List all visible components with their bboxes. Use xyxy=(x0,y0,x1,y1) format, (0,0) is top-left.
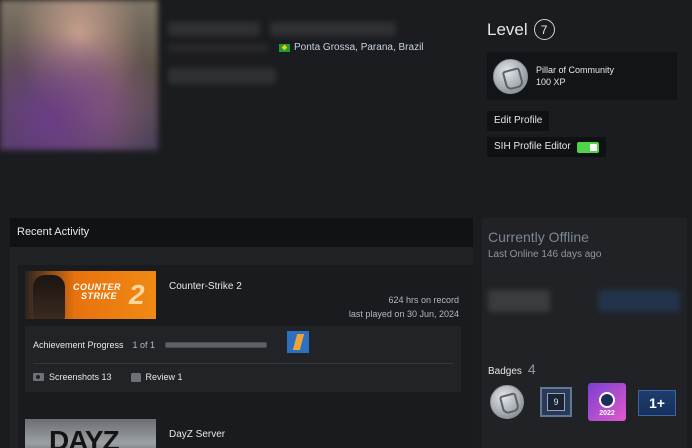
screenshots-link[interactable]: Screenshots 13 xyxy=(49,372,112,382)
online-status: Currently Offline xyxy=(488,229,589,245)
game-playtime: 624 hrs on record last played on 30 Jun,… xyxy=(349,293,459,321)
badges-label: Badges xyxy=(488,366,522,377)
camera-icon xyxy=(33,373,44,381)
achievement-box: Achievement Progress 1 of 1 Screenshots … xyxy=(25,326,461,392)
hours-on-record: 624 hrs on record xyxy=(388,295,459,305)
game-title[interactable]: Counter-Strike 2 xyxy=(169,281,242,292)
profile-avatar xyxy=(0,0,158,150)
capsule-logo: DAYZ xyxy=(49,425,120,448)
game-card-counter-strike-2: COUNTER STRIKE 2 Counter-Strike 2 624 hr… xyxy=(18,265,473,417)
recent-activity-header: Recent Activity xyxy=(10,218,473,247)
profile-right-panel: Currently Offline Last Online 146 days a… xyxy=(482,218,687,448)
achievement-progress-fill xyxy=(166,343,266,347)
achievement-progress-row[interactable]: Achievement Progress 1 of 1 xyxy=(33,340,155,350)
badges-header[interactable]: Badges 4 xyxy=(488,361,536,377)
featured-badge-info: Pillar of Community 100 XP xyxy=(536,64,614,88)
one-plus-badge-icon[interactable]: 1+ xyxy=(638,390,676,416)
screenshots-review-row: Screenshots 13 Review 1 xyxy=(33,372,183,382)
game-capsule-dayz[interactable]: DAYZ xyxy=(25,419,156,448)
brazil-flag-icon xyxy=(279,43,290,52)
edit-profile-button[interactable]: Edit Profile xyxy=(487,111,550,131)
soldier-art xyxy=(33,275,65,319)
last-played: last played on 30 Jun, 2024 xyxy=(348,309,459,319)
game-capsule-counter-strike-2[interactable]: COUNTER STRIKE 2 xyxy=(25,271,156,319)
pillar-of-community-badge-icon[interactable] xyxy=(490,385,524,419)
featured-badge[interactable]: Pillar of Community 100 XP xyxy=(487,52,677,100)
pillar-of-community-badge-icon xyxy=(493,58,528,94)
profile-summary-blurred xyxy=(168,68,276,84)
profile-name-blurred xyxy=(168,22,260,36)
steam-logo-icon xyxy=(599,392,615,408)
review-link[interactable]: Review 1 xyxy=(146,372,183,382)
edit-profile-label: Edit Profile xyxy=(494,115,543,126)
level-section: Level 7 xyxy=(487,19,555,40)
achievement-label: Achievement Progress xyxy=(33,340,124,350)
profile-subtitle-blurred xyxy=(168,44,268,52)
achievement-count: 1 of 1 xyxy=(132,340,156,350)
divider xyxy=(33,363,453,364)
badges-count: 4 xyxy=(527,361,536,377)
steam-2022-badge-icon[interactable]: 2022 xyxy=(588,383,626,421)
recent-activity-panel: Recent Activity COUNTER STRIKE 2 Counter… xyxy=(10,218,473,448)
location-text: Ponta Grossa, Parana, Brazil xyxy=(294,42,424,53)
profile-location: Ponta Grossa, Parana, Brazil xyxy=(279,42,424,53)
badge-year: 2022 xyxy=(599,410,615,417)
profile-realname-blurred xyxy=(270,22,396,36)
thumbs-up-icon xyxy=(130,372,141,382)
achievement-progress-bar xyxy=(165,342,267,348)
featured-badge-name: Pillar of Community xyxy=(536,65,615,75)
years-of-service-badge-icon[interactable]: 9 xyxy=(540,387,572,417)
game-title[interactable]: DayZ Server xyxy=(169,429,225,440)
level-number-badge[interactable]: 7 xyxy=(533,19,555,40)
capsule-logo: COUNTER STRIKE xyxy=(73,283,121,301)
sih-profile-editor-label: SIH Profile Editor xyxy=(494,141,571,152)
one-plus-text: 1+ xyxy=(649,395,665,411)
years-of-service-number: 9 xyxy=(547,393,565,411)
capsule-logo-number: 2 xyxy=(129,279,145,310)
toggle-on-icon[interactable] xyxy=(576,141,599,153)
level-label: Level xyxy=(487,19,528,39)
game-card-dayz-server: DAYZ DayZ Server xyxy=(18,415,473,448)
last-online: Last Online 146 days ago xyxy=(488,249,602,260)
achievement-icon[interactable] xyxy=(287,331,309,353)
blurred-block-right xyxy=(598,290,680,312)
blurred-block-left xyxy=(488,290,550,312)
sih-profile-editor-button[interactable]: SIH Profile Editor xyxy=(487,137,606,157)
featured-badge-xp: 100 XP xyxy=(536,77,566,87)
capsule-logo-line2: STRIKE xyxy=(81,291,118,301)
